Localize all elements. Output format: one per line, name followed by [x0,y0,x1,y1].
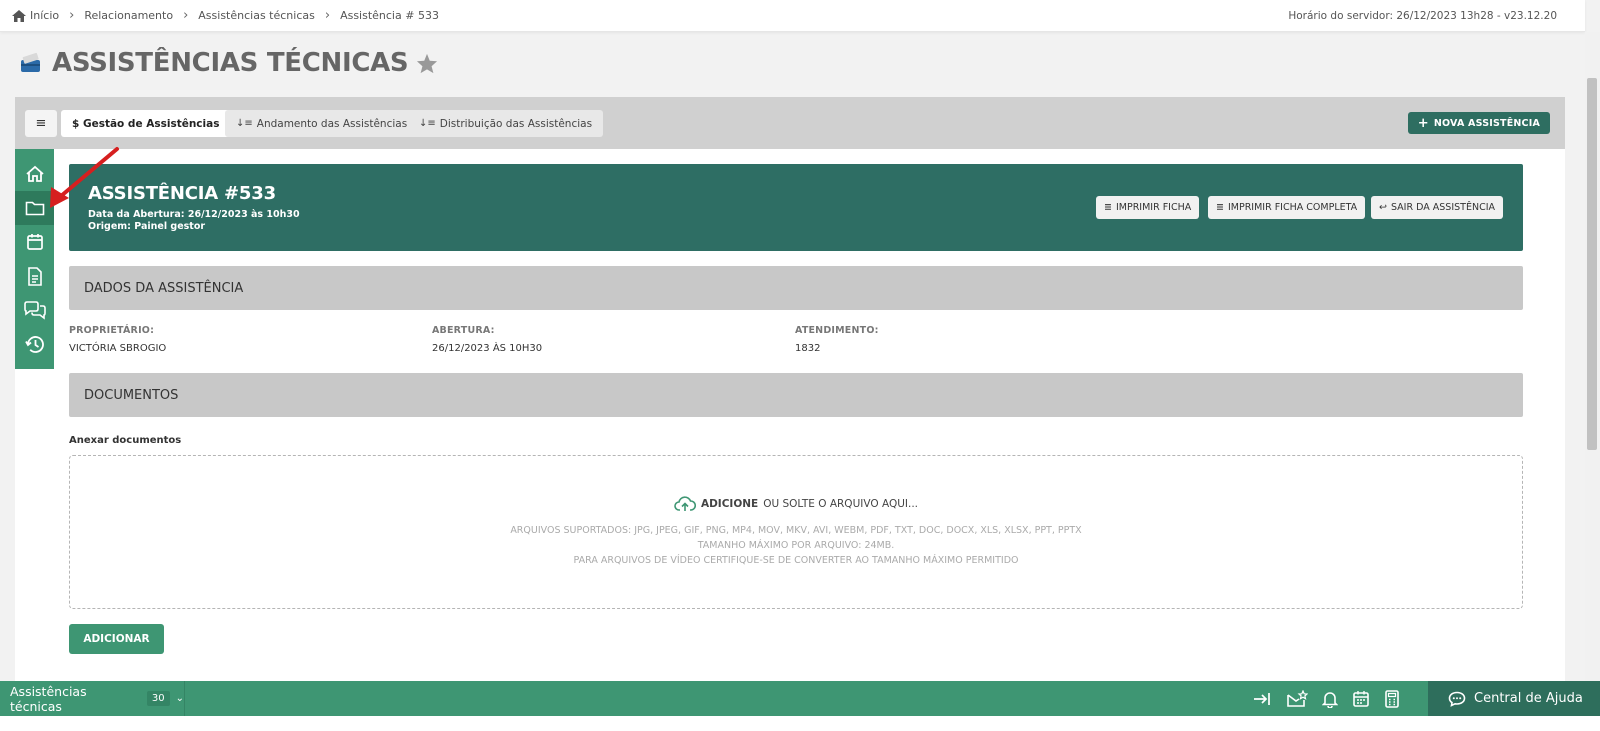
chevron-right-icon: › [69,8,75,23]
owner-value: VICTÓRIA SBROGIO [69,343,167,354]
service-label: ATENDIMENTO: [795,325,879,336]
opening-label: ABERTURA: [432,325,495,336]
bell-icon[interactable] [1322,690,1338,708]
plus-icon: + [1417,115,1429,131]
footer-icons [1252,681,1400,716]
history-icon [24,335,44,353]
assistance-header: ASSISTÊNCIA #533 Data da Abertura: 26/12… [69,164,1523,251]
service-value: 1832 [795,343,821,354]
nav-history[interactable] [15,327,54,361]
breadcrumb-home[interactable]: Início [30,9,59,22]
dropzone-prompt: ADICIONE OU SOLTE O ARQUIVO AQUI... [70,496,1522,512]
opening-date: Data da Abertura: 26/12/2023 às 10h30 [88,209,300,220]
mail-star-icon[interactable] [1286,689,1308,708]
scrollbar-thumb[interactable] [1587,78,1597,450]
page-title: ASSISTÊNCIAS TÉCNICAS [52,48,409,78]
dados-section-header: DADOS DA ASSISTÊNCIA [69,266,1523,310]
home-icon [25,165,44,182]
folder-icon [25,201,44,216]
max-size: TAMANHO MÁXIMO POR ARQUIVO: 24MB. [697,540,895,551]
sort-icon: ↓≡ [419,118,436,129]
nav-comments[interactable] [15,293,54,327]
print-button[interactable]: ≣ IMPRIMIR FICHA [1096,196,1200,219]
chevron-right-icon: › [183,8,189,23]
nav-documents[interactable] [15,191,54,225]
nav-file[interactable] [15,259,54,293]
file-text-icon [27,266,42,286]
chevron-right-icon: › [324,8,331,23]
owner-label: PROPRIETÁRIO: [69,325,155,336]
breadcrumb-relacionamento[interactable]: Relacionamento [84,9,173,22]
exit-assistance-button[interactable]: ↩ SAIR DA ASSISTÊNCIA [1371,196,1504,219]
page-header: ASSISTÊNCIAS TÉCNICAS [18,48,438,78]
breadcrumb-current: Assistência # 533 [340,9,439,22]
origin: Origem: Painel gestor [88,221,206,232]
nav-calendar[interactable] [15,225,54,259]
tab-andamento[interactable]: ↓≡ Andamento das Assistências [225,110,419,137]
main-card: ≡ $ Gestão de Assistências ↓≡ Andamento … [15,97,1565,681]
top-bar: Início › Relacionamento › Assistências t… [0,0,1585,32]
sort-icon: ↓≡ [236,118,253,129]
module-name: Assistências técnicas [10,683,87,714]
supported-formats: ARQUIVOS SUPORTADOS: JPG, JPEG, GIF, PNG… [510,525,1082,536]
new-assistance-button[interactable]: + NOVA ASSISTÊNCIA [1407,112,1550,134]
list-icon: ≣ [1216,202,1224,213]
calendar-icon[interactable] [1352,690,1370,708]
bottom-strip [0,716,1600,731]
favorite-star-icon[interactable] [416,53,438,74]
tab-distribuicao[interactable]: ↓≡ Distribuição das Assistências [408,110,604,137]
assistance-title: ASSISTÊNCIA #533 [88,183,276,204]
nav-home[interactable] [15,157,54,191]
add-document-button[interactable]: ADICIONAR [69,624,164,654]
calculator-icon[interactable] [1384,689,1400,708]
chat-icon [1448,691,1466,707]
breadcrumb-assistencias[interactable]: Assistências técnicas [198,9,315,22]
opening-value: 26/12/2023 ÀS 10H30 [432,343,543,354]
list-icon: ≣ [1104,202,1112,213]
logout-arrow-icon[interactable] [1252,691,1272,707]
reply-icon: ↩ [1379,202,1387,213]
module-switcher[interactable]: Assistências técnicas 30 ⌄ [0,681,185,716]
cloud-upload-icon [674,496,696,511]
print-full-button[interactable]: ≣ IMPRIMIR FICHA COMPLETA [1208,196,1366,219]
footer-bar: Assistências técnicas 30 ⌄ Central de Aj… [0,681,1600,716]
help-center-button[interactable]: Central de Ajuda [1428,681,1600,716]
menu-button[interactable]: ≡ [25,110,57,137]
tab-gestao[interactable]: $ Gestão de Assistências [61,110,231,137]
tabs-bar: ≡ $ Gestão de Assistências ↓≡ Andamento … [15,97,1565,149]
video-note: PARA ARQUIVOS DE VÍDEO CERTIFIQUE-SE DE … [573,555,1019,566]
toolbox-icon [21,52,40,72]
calendar-icon [26,234,43,250]
server-time: Horário do servidor: 26/12/2023 13h28 - … [1288,9,1557,22]
home-icon [12,9,26,22]
hamburger-icon: ≡ [35,116,47,131]
comments-icon [23,300,46,320]
breadcrumb: Início › Relacionamento › Assistências t… [12,8,439,23]
file-dropzone[interactable]: ADICIONE OU SOLTE O ARQUIVO AQUI... ARQU… [69,455,1523,609]
side-nav [15,149,54,369]
chevron-down-icon: ⌄ [175,693,184,704]
attach-label: Anexar documentos [69,435,182,446]
module-count-badge: 30 [146,691,170,706]
documentos-section-header: DOCUMENTOS [69,373,1523,417]
